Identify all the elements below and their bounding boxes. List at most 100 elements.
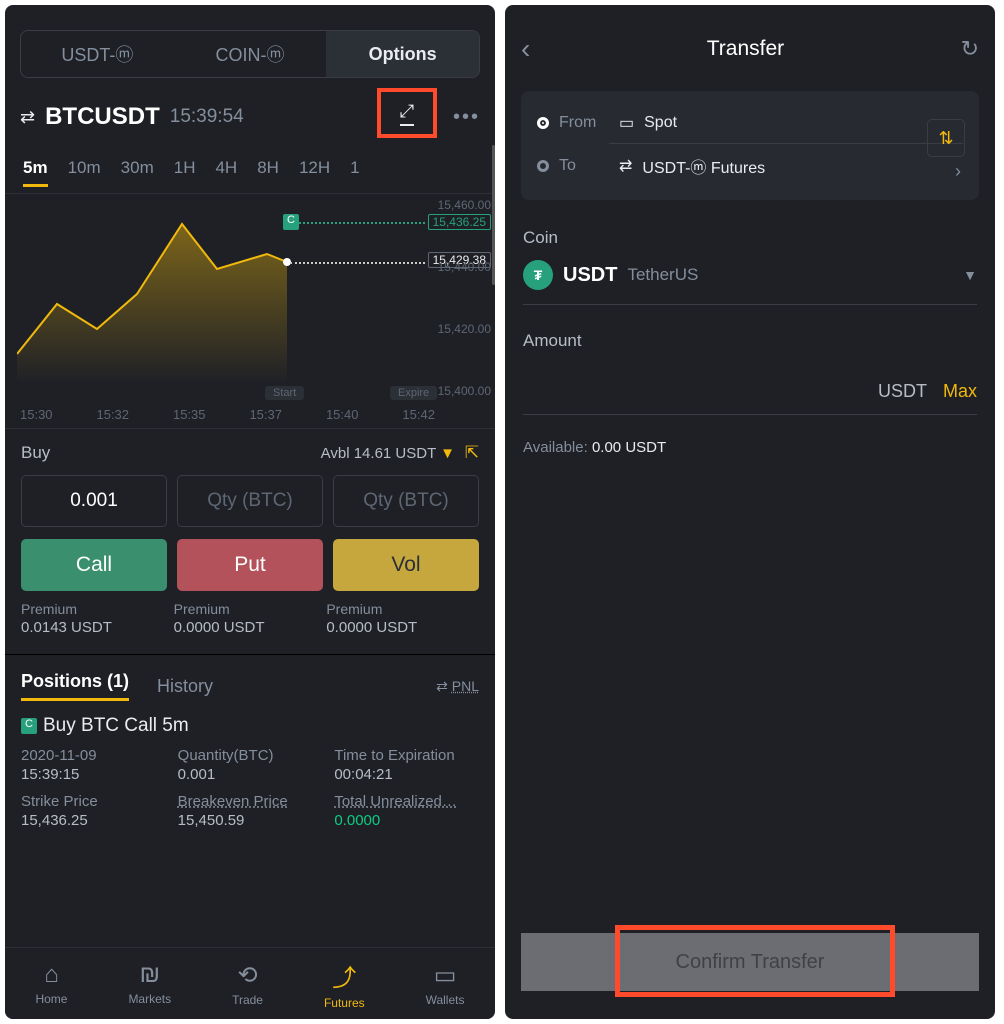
pair-symbol[interactable]: BTCUSDT: [45, 103, 160, 131]
premium-label: Premium: [21, 601, 174, 617]
history-icon[interactable]: ↻: [961, 36, 979, 62]
x-axis-labels: 15:30 15:32 15:35 15:37 15:40 15:42: [20, 407, 435, 422]
swap-direction-button[interactable]: ⇅: [927, 119, 965, 157]
call-button[interactable]: Call: [21, 539, 167, 591]
tf-30m[interactable]: 30m: [121, 158, 154, 187]
page-title: Transfer: [707, 37, 784, 61]
coin-name: TetherUS: [627, 265, 698, 285]
bottom-nav: ⌂Home ₪Markets ⟲Trade ⤴Futures ▭Wallets: [5, 947, 495, 1019]
last-price-line: [290, 262, 425, 264]
expire-marker: Expire: [390, 386, 437, 400]
premium-value: 0.0000 USDT: [174, 619, 327, 636]
tab-coin-m[interactable]: COIN-ⓜ: [174, 31, 327, 77]
unrealized-value: 0.0000: [334, 812, 479, 829]
tab-options[interactable]: Options: [326, 31, 479, 77]
transfer-icon-highlight: ⤢: [377, 88, 437, 138]
nav-home[interactable]: ⌂Home: [35, 961, 67, 1006]
nav-markets[interactable]: ₪Markets: [128, 961, 171, 1006]
from-to-card: From ▭ Spot To ⇄ USDT-ⓜ Futures ⇅ ›: [521, 91, 979, 200]
radio-off-icon: [537, 160, 549, 172]
date-label: 2020-11-09: [21, 747, 166, 764]
nav-trade[interactable]: ⟲Trade: [232, 961, 263, 1007]
pnl-button[interactable]: ⇄ PNL: [436, 678, 479, 695]
breakeven-value: 15,450.59: [178, 812, 323, 829]
available-value: 0.00 USDT: [592, 439, 666, 456]
expiration-value: 00:04:21: [334, 766, 479, 783]
deposit-icon[interactable]: ⇱: [465, 443, 479, 462]
nav-futures[interactable]: ⤴Futures: [324, 958, 365, 1010]
transfer-screen: ‹ Transfer ↻ From ▭ Spot To ⇄ USDT-ⓜ Fut…: [505, 5, 995, 1019]
max-button[interactable]: Max: [943, 381, 977, 402]
tether-icon: ₮: [523, 260, 553, 290]
price-chart[interactable]: C 15,436.25 15,429.38 15,460.00 15,440.0…: [5, 194, 495, 429]
transfer-icon[interactable]: ⤢: [400, 101, 414, 126]
call-badge-icon: C: [21, 718, 37, 734]
available-label: Available:: [523, 439, 588, 456]
premium-label: Premium: [174, 601, 327, 617]
contract-type-tabs: USDT-ⓜ COIN-ⓜ Options: [20, 30, 480, 78]
tf-more[interactable]: 1: [350, 158, 359, 187]
tf-8h[interactable]: 8H: [257, 158, 279, 187]
to-value: USDT-ⓜ Futures: [642, 154, 765, 178]
coin-selector[interactable]: ₮ USDT TetherUS ▼: [523, 260, 977, 305]
start-marker: Start: [265, 386, 304, 400]
put-button[interactable]: Put: [177, 539, 323, 591]
tf-12h[interactable]: 12H: [299, 158, 330, 187]
premium-value: 0.0000 USDT: [326, 619, 479, 636]
strike-label: Strike Price: [21, 793, 166, 810]
futures-icon: ⇄: [619, 156, 632, 176]
coin-symbol: USDT: [563, 264, 617, 287]
markets-icon: ₪: [140, 961, 160, 989]
quantity-input[interactable]: 0.001: [21, 475, 167, 527]
from-value: Spot: [644, 114, 677, 132]
nav-wallets[interactable]: ▭Wallets: [426, 961, 465, 1007]
quantity-input-3[interactable]: Qty (BTC): [333, 475, 479, 527]
tf-10m[interactable]: 10m: [68, 158, 101, 187]
to-row[interactable]: To ⇄ USDT-ⓜ Futures: [537, 148, 963, 184]
back-icon[interactable]: ‹: [521, 33, 530, 65]
vol-button[interactable]: Vol: [333, 539, 479, 591]
amount-input-row[interactable]: USDT Max: [523, 363, 977, 415]
breakeven-label: Breakeven Price: [178, 793, 323, 810]
trade-icon: ⟲: [237, 961, 257, 990]
amount-label: Amount: [523, 331, 977, 351]
divider: [609, 143, 963, 144]
chart-line: [17, 204, 347, 384]
to-label: To: [559, 157, 609, 175]
expiration-label: Time to Expiration: [334, 747, 479, 764]
available-balance[interactable]: Avbl 14.61 USDT ▼: [321, 445, 455, 462]
wallets-icon: ▭: [434, 961, 457, 990]
wallet-icon: ▭: [619, 113, 634, 133]
tf-1h[interactable]: 1H: [174, 158, 196, 187]
strike-value: 15,436.25: [21, 812, 166, 829]
quantity-input-2[interactable]: Qty (BTC): [177, 475, 323, 527]
home-icon: ⌂: [44, 961, 59, 989]
tf-4h[interactable]: 4H: [215, 158, 237, 187]
position-tabs: Positions (1) History ⇄ PNL: [5, 655, 495, 707]
unrealized-label: Total Unrealized…: [334, 793, 479, 810]
tab-history[interactable]: History: [157, 676, 213, 697]
confirm-highlight: [615, 925, 895, 997]
chevron-right-icon[interactable]: ›: [955, 161, 961, 182]
swap-icon[interactable]: ⇄: [20, 107, 35, 128]
tab-positions[interactable]: Positions (1): [21, 671, 129, 701]
tf-5m[interactable]: 5m: [23, 158, 48, 187]
qty-value: 0.001: [178, 766, 323, 783]
from-row[interactable]: From ▭ Spot: [537, 107, 963, 139]
premium-value: 0.0143 USDT: [21, 619, 174, 636]
position-title: C Buy BTC Call 5m: [21, 715, 479, 737]
tab-usdt-m[interactable]: USDT-ⓜ: [21, 31, 174, 77]
y-axis-labels: 15,460.00 15,440.00 15,420.00 15,400.00: [438, 198, 491, 398]
buy-label: Buy: [21, 443, 50, 463]
transfer-header: ‹ Transfer ↻: [505, 5, 995, 83]
position-card: C Buy BTC Call 5m 2020-11-09 15:39:15 Qu…: [5, 707, 495, 837]
close-price-line: [295, 222, 425, 224]
amount-section: Amount USDT Max: [505, 311, 995, 421]
from-label: From: [559, 114, 609, 132]
qty-label: Quantity(BTC): [178, 747, 323, 764]
chevron-down-icon: ▼: [963, 267, 977, 283]
more-icon[interactable]: •••: [447, 106, 480, 129]
timeframe-row: 5m 10m 30m 1H 4H 8H 12H 1: [5, 150, 495, 194]
time-value: 15:39:15: [21, 766, 166, 783]
available-row: Available: 0.00 USDT: [505, 421, 995, 474]
